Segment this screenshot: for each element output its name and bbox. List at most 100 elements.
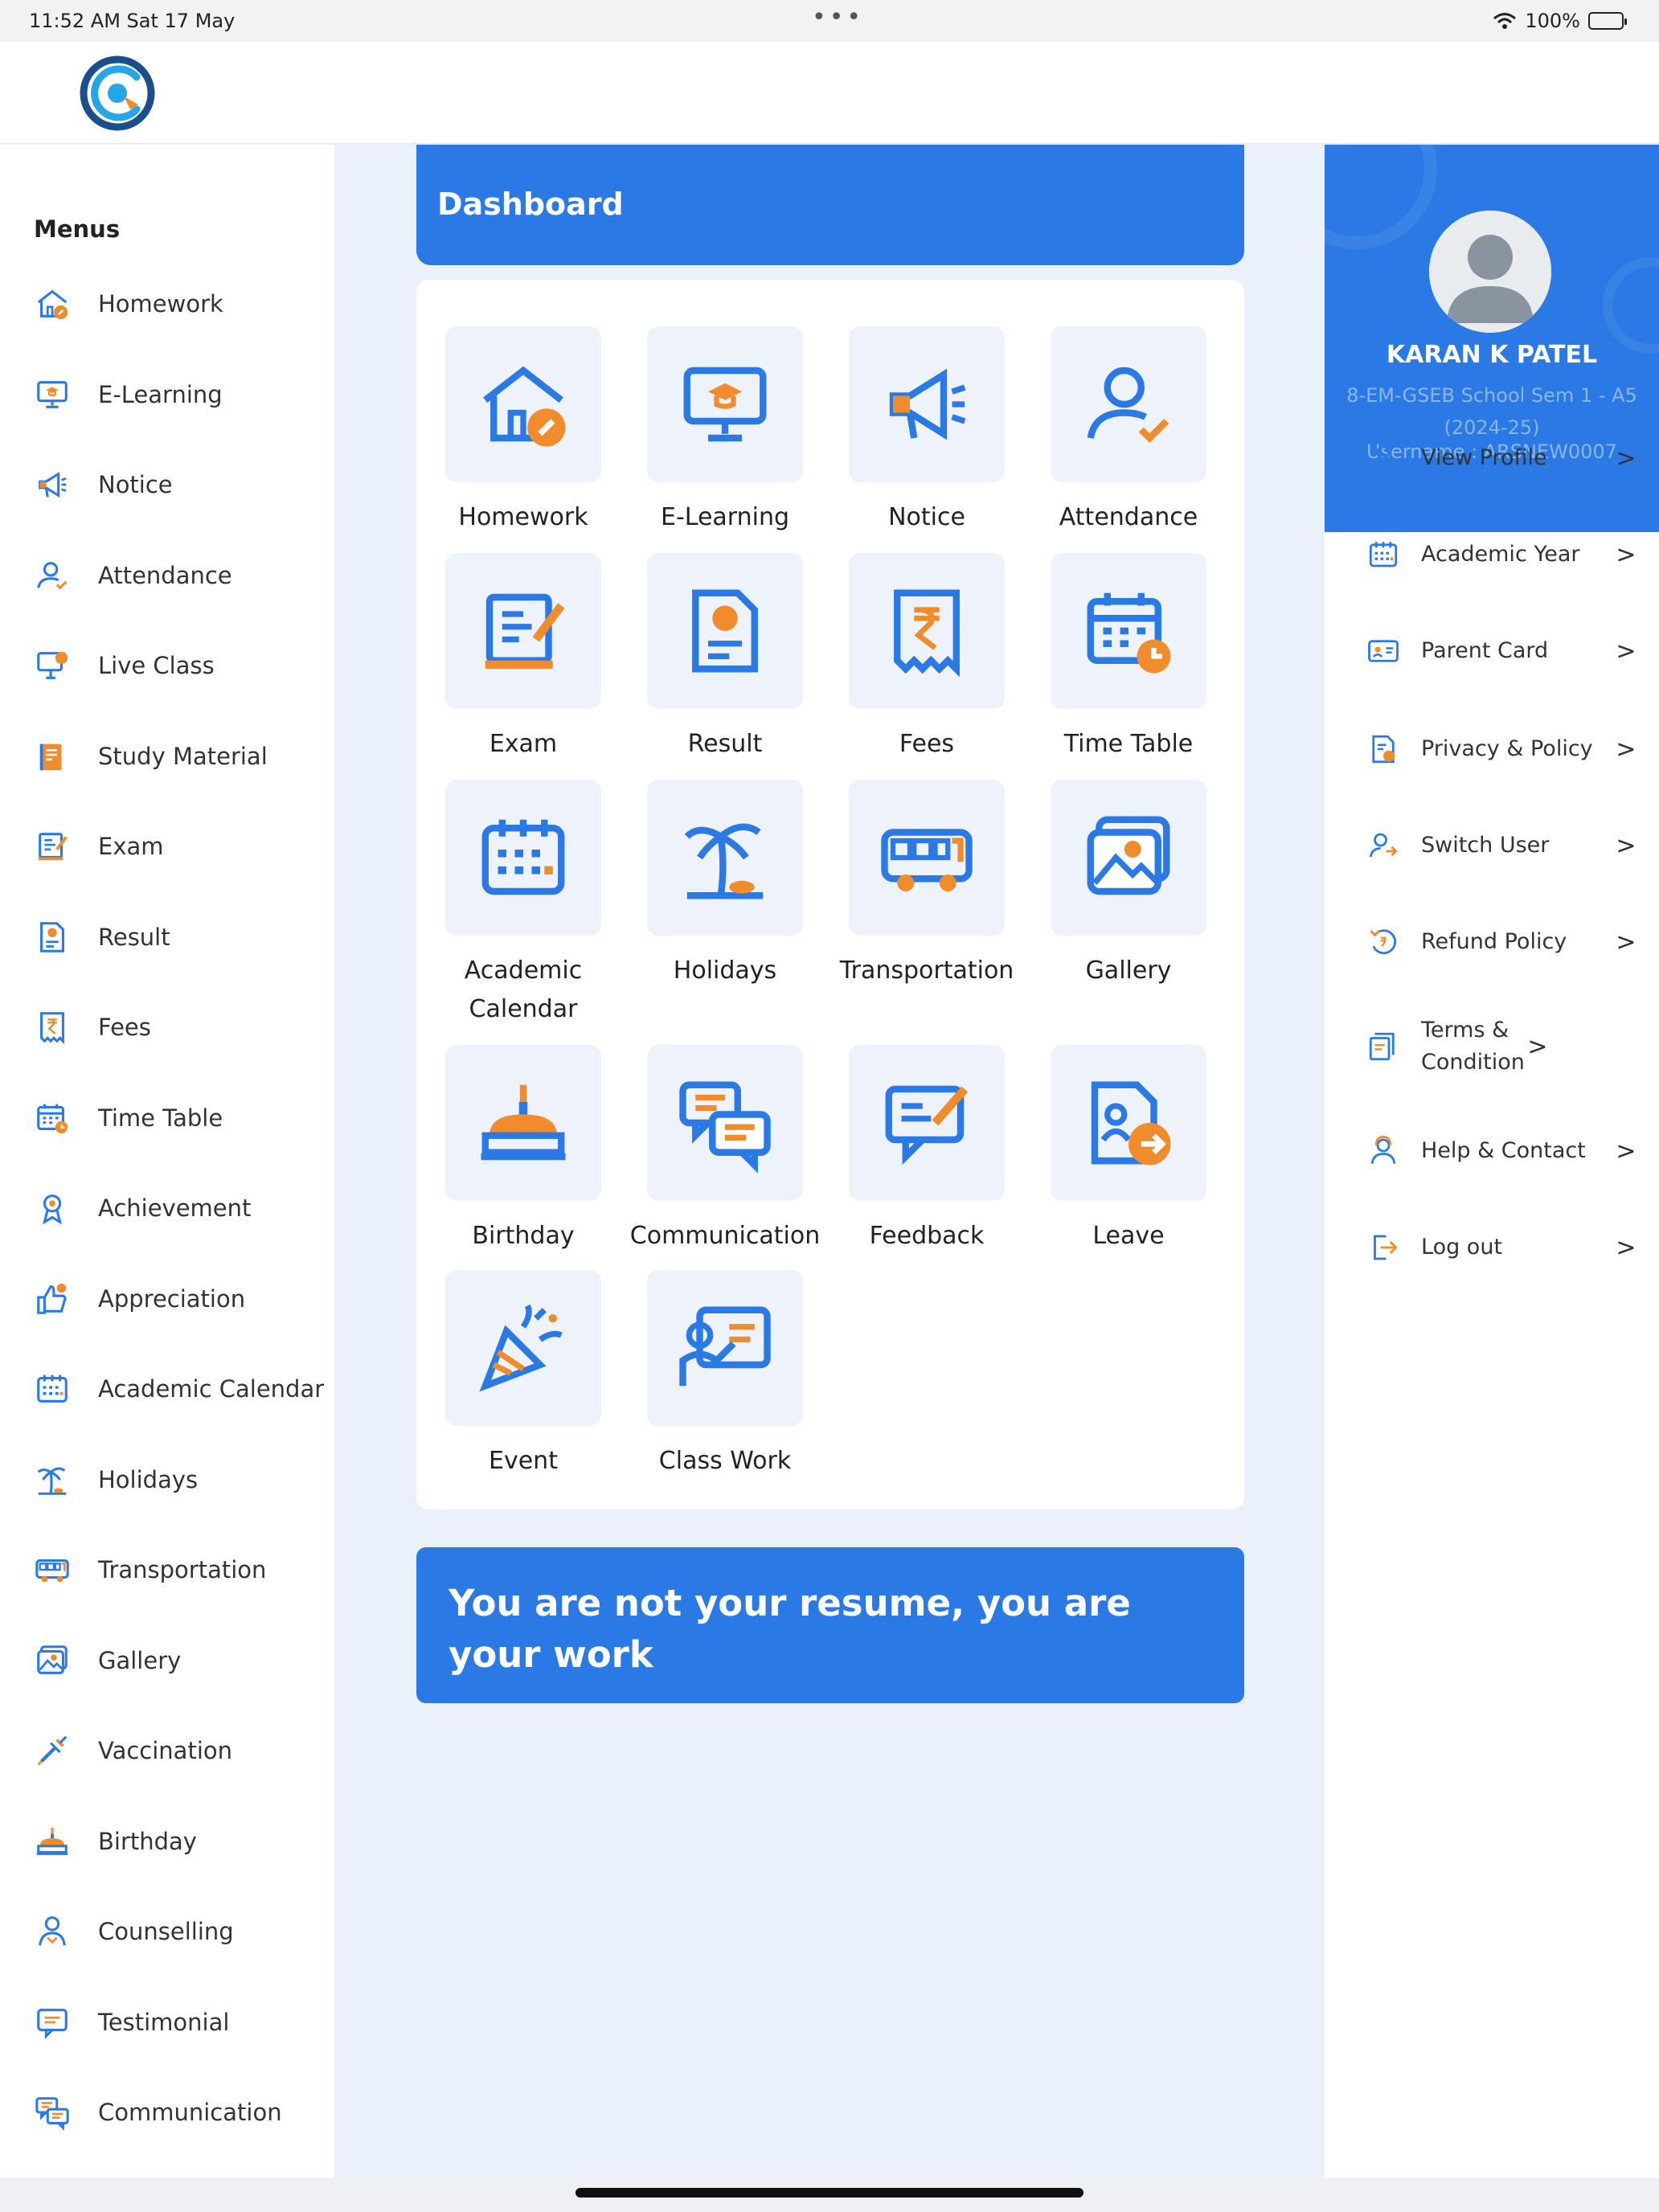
multitask-dots[interactable]: ••• xyxy=(812,3,864,31)
sidebar-item-transportation[interactable]: Transportation xyxy=(31,1542,266,1598)
tile-label: Fees xyxy=(899,730,955,758)
tile-event[interactable]: Event xyxy=(423,1270,624,1481)
sidebar-item-achievement[interactable]: Achievement xyxy=(31,1180,251,1236)
avatar[interactable] xyxy=(1429,211,1551,333)
sidebar-item-label: Notice xyxy=(98,471,173,498)
menu-item-privacy-policy[interactable]: Privacy & Policy > xyxy=(1365,713,1638,785)
tile-result[interactable]: Result xyxy=(625,553,825,764)
sidebar-item-icon xyxy=(31,1548,74,1591)
sidebar-item-birthday[interactable]: Birthday xyxy=(31,1813,197,1870)
switch-user-icon xyxy=(1369,833,1398,858)
sidebar-item-icon xyxy=(31,825,74,868)
sidebar-item-label: Attendance xyxy=(98,561,232,589)
tile-leave[interactable]: Leave xyxy=(1028,1045,1229,1256)
quote-text: You are not your resume, you are your wo… xyxy=(449,1582,1131,1676)
tile-academic-calendar[interactable]: Academic Calendar xyxy=(423,780,624,1029)
chevron-right-icon: > xyxy=(1616,540,1636,569)
sidebar-item-icon xyxy=(31,1096,74,1140)
sidebar-item-appreciation[interactable]: Appreciation xyxy=(31,1271,245,1327)
tile-label: Leave xyxy=(1092,1222,1165,1250)
sidebar-item-vaccination[interactable]: Vaccination xyxy=(31,1722,232,1779)
menu-item-log-out[interactable]: Log out > xyxy=(1365,1211,1638,1284)
battery-percent: 100% xyxy=(1525,10,1580,32)
tile-icon-box xyxy=(849,780,1005,936)
live-class-icon xyxy=(37,651,68,679)
sidebar-item-gallery[interactable]: Gallery xyxy=(31,1632,181,1689)
sidebar-item-live-class[interactable]: Live Class xyxy=(31,637,215,694)
menu-item-label: Help & Contact xyxy=(1421,1138,1586,1163)
tile-attendance[interactable]: Attendance xyxy=(1028,326,1229,537)
sidebar-item-notice[interactable]: Notice xyxy=(31,457,173,513)
sidebar-item-label: Homework xyxy=(98,290,223,317)
user-avatar-icon xyxy=(1429,211,1551,333)
sidebar-item-counselling[interactable]: Counselling xyxy=(31,1903,234,1960)
sidebar-item-label: Achievement xyxy=(98,1194,252,1222)
menu-item-academic-year[interactable]: Academic Year > xyxy=(1365,518,1638,591)
testimonial-icon xyxy=(37,2008,68,2039)
attendance-icon xyxy=(1087,367,1169,443)
sidebar-menu: Menus Homework E-Learning Notice Attenda… xyxy=(0,145,334,2178)
sidebar-item-icon xyxy=(31,2001,74,2044)
menu-item-icon xyxy=(1365,827,1402,864)
sidebar-item-label: Transportation xyxy=(98,1556,267,1583)
tile-icon-box xyxy=(445,1045,601,1201)
sidebar-item-academic-calendar[interactable]: Academic Calendar xyxy=(31,1361,324,1417)
calendar-icon xyxy=(1369,542,1398,567)
tile-class-work[interactable]: Class Work xyxy=(625,1270,825,1481)
menu-item-label: Log out xyxy=(1421,1235,1503,1260)
sidebar-item-fees[interactable]: Fees xyxy=(31,999,151,1055)
sidebar-item-homework[interactable]: Homework xyxy=(31,276,223,332)
sidebar-item-label: Counselling xyxy=(98,1918,234,1945)
tile-label: Attendance xyxy=(1059,503,1198,531)
sidebar-item-communication[interactable]: Communication xyxy=(31,2084,282,2140)
dashboard-banner: Dashboard xyxy=(416,145,1244,265)
tile-homework[interactable]: Homework xyxy=(423,326,624,537)
sidebar-item-icon xyxy=(31,1277,74,1321)
menu-item-icon xyxy=(1365,731,1402,768)
sidebar-item-time-table[interactable]: Time Table xyxy=(31,1090,223,1146)
sidebar-item-attendance[interactable]: Attendance xyxy=(31,547,232,604)
menu-item-view-profile[interactable]: View Profile > xyxy=(1365,422,1638,494)
sidebar-item-icon xyxy=(31,373,74,416)
tile-gallery[interactable]: Gallery xyxy=(1028,780,1229,990)
result-icon xyxy=(40,921,64,952)
menu-item-help-contact[interactable]: Help & Contact > xyxy=(1365,1115,1638,1187)
holidays-icon xyxy=(684,823,764,899)
sidebar-item-testimonial[interactable]: Testimonial xyxy=(31,1994,229,2050)
study-material-icon xyxy=(39,743,62,770)
tile-holidays[interactable]: Holidays xyxy=(625,780,825,990)
tile-transportation[interactable]: Transportation xyxy=(826,780,1027,990)
homework-icon xyxy=(483,366,566,447)
sidebar-item-study-material[interactable]: Study Material xyxy=(31,728,268,784)
tile-label: Notice xyxy=(888,503,965,531)
dashboard-grid: Homework E-Learning Notice Attendance Ex… xyxy=(416,280,1244,1509)
menu-item-refund-policy[interactable]: Refund Policy > xyxy=(1365,906,1638,978)
status-right: 100% xyxy=(1493,10,1627,32)
tile-notice[interactable]: Notice xyxy=(826,326,1027,537)
sidebar-item-e-learning[interactable]: E-Learning xyxy=(31,367,223,423)
profile-panel: KARAN K PATEL 8-EM-GSEB School Sem 1 - A… xyxy=(1325,145,1659,2178)
app-logo-icon[interactable] xyxy=(77,53,158,133)
sidebar-item-label: Study Material xyxy=(98,742,268,770)
tile-label: Result xyxy=(687,730,763,758)
tile-birthday[interactable]: Birthday xyxy=(423,1045,624,1256)
menu-item-parent-card[interactable]: Parent Card > xyxy=(1365,615,1638,687)
tile-e-learning[interactable]: E-Learning xyxy=(625,326,825,537)
counselling-icon xyxy=(39,1916,66,1946)
tile-time-table[interactable]: Time Table xyxy=(1028,553,1229,764)
sidebar-item-holidays[interactable]: Holidays xyxy=(31,1452,198,1508)
elearning-icon xyxy=(37,380,68,408)
tile-exam[interactable]: Exam xyxy=(423,553,624,764)
menu-item-terms-condition[interactable]: Terms & Condition > xyxy=(1365,1010,1638,1083)
tile-feedback[interactable]: Feedback xyxy=(826,1045,1027,1256)
attendance-icon xyxy=(37,561,68,590)
menu-item-label: Academic Year xyxy=(1421,542,1580,567)
menu-item-switch-user[interactable]: Switch User > xyxy=(1365,809,1638,882)
tile-communication[interactable]: Communication xyxy=(625,1045,825,1256)
tile-icon-box xyxy=(849,553,1005,709)
sidebar-item-result[interactable]: Result xyxy=(31,909,170,965)
refund-icon xyxy=(1370,929,1396,955)
home-indicator[interactable] xyxy=(576,2188,1083,2198)
tile-fees[interactable]: Fees xyxy=(826,553,1027,764)
sidebar-item-exam[interactable]: Exam xyxy=(31,818,164,875)
